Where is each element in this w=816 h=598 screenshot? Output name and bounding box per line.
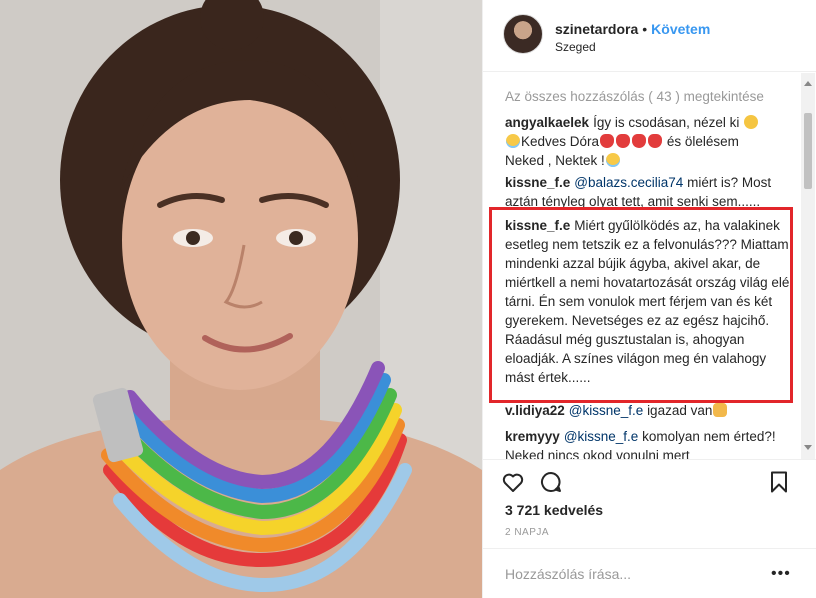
- scroll-down-arrow-icon[interactable]: [804, 445, 812, 450]
- comment-item: v.lidiya22 @kissne_f.e igazad van: [505, 401, 791, 420]
- halo-face-emoji-icon: [506, 134, 520, 148]
- comment-text: Neked , Nektek !: [505, 153, 605, 168]
- header-user-line: szinetardora • Követem: [555, 20, 710, 38]
- halo-face-emoji-icon: [605, 153, 620, 167]
- scroll-up-arrow-icon[interactable]: [804, 81, 812, 86]
- comment-text: igazad van: [647, 403, 713, 418]
- portrait-illustration: [0, 0, 482, 598]
- comment-text: és ölelésem: [666, 134, 739, 149]
- bookmark-icon: [771, 471, 787, 493]
- comment-text: Miért gyűlölködés az, ha valakinek esetl…: [505, 218, 790, 385]
- kiss-emoji-icon: [616, 134, 631, 148]
- comment-item: angyalkaelek Így is csodásan, nézel ki Ke…: [505, 113, 791, 170]
- comment-item-highlighted: kissne_f.e Miért gyűlölködés az, ha valak…: [505, 216, 791, 387]
- comment-text: Így is csodásan, nézel ki: [593, 115, 740, 130]
- comment-text: Kedves Dóra: [521, 134, 600, 149]
- save-button[interactable]: [765, 468, 793, 496]
- likes-count[interactable]: 3 721 kedvelés: [505, 502, 603, 518]
- ok-hand-emoji-icon: [744, 115, 759, 129]
- comment-button[interactable]: [537, 468, 565, 496]
- comment-icon: [541, 472, 561, 492]
- action-bar: [483, 459, 816, 499]
- scrollbar-thumb[interactable]: [804, 113, 812, 189]
- mention-link[interactable]: @balazs.cecilia74: [574, 175, 683, 190]
- comments-scrollbar[interactable]: [801, 73, 815, 459]
- comment-item: kissne_f.e @balazs.cecilia74 miért is? Mo…: [505, 173, 791, 211]
- comment-username[interactable]: v.lidiya22: [505, 403, 565, 418]
- avatar[interactable]: [503, 14, 543, 54]
- location-link[interactable]: Szeged: [555, 40, 596, 54]
- comment-username[interactable]: kissne_f.e: [505, 218, 570, 233]
- comment-form: •••: [483, 548, 816, 598]
- mention-link[interactable]: @kissne_f.e: [564, 429, 639, 444]
- post-header: szinetardora • Követem Szeged: [483, 0, 816, 72]
- follow-button[interactable]: Követem: [651, 21, 710, 37]
- kiss-emoji-icon: [600, 134, 615, 148]
- kiss-emoji-icon: [648, 134, 663, 148]
- like-button[interactable]: [499, 468, 527, 496]
- comment-input[interactable]: [505, 563, 765, 585]
- post-timestamp: 2 NAPJA: [505, 527, 550, 538]
- kiss-emoji-icon: [632, 134, 647, 148]
- post-details-panel: szinetardora • Követem Szeged Az összes ho…: [482, 0, 816, 598]
- comment-item: kremyyy @kissne_f.e komolyan nem érted?! …: [505, 427, 791, 459]
- comment-username[interactable]: kissne_f.e: [505, 175, 570, 190]
- praying-hands-emoji-icon: [713, 403, 728, 417]
- separator-dot: •: [642, 21, 648, 37]
- more-options-icon[interactable]: •••: [771, 565, 791, 583]
- post-photo[interactable]: [0, 0, 482, 598]
- mention-link[interactable]: @kissne_f.e: [569, 403, 644, 418]
- comments-list[interactable]: Az összes hozzászólás ( 43 ) megtekintés…: [483, 73, 816, 459]
- comment-username[interactable]: kremyyy: [505, 429, 560, 444]
- heart-icon: [502, 473, 524, 492]
- view-all-comments-link[interactable]: Az összes hozzászólás ( 43 ) megtekintés…: [505, 89, 764, 104]
- username-link[interactable]: szinetardora: [555, 21, 638, 37]
- comment-username[interactable]: angyalkaelek: [505, 115, 589, 130]
